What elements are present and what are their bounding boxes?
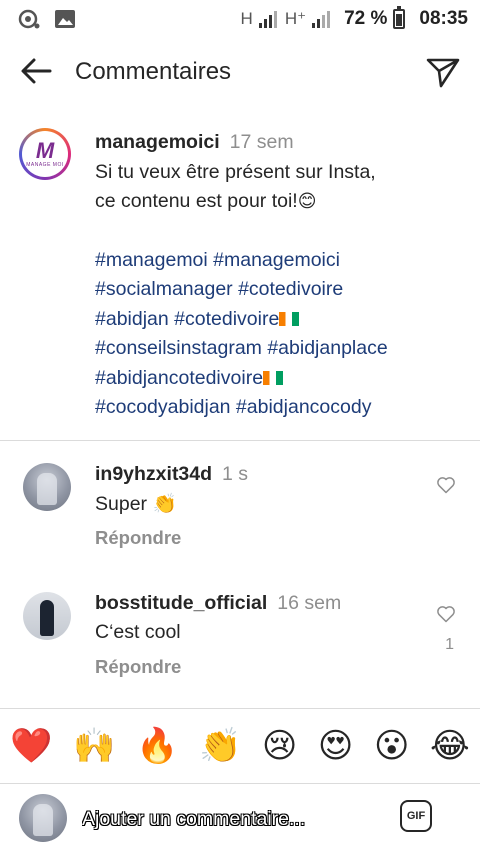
signal-icon-2 <box>312 10 331 28</box>
header: Commentaires <box>0 38 480 104</box>
emoji-clap[interactable]: 👏 <box>199 726 241 766</box>
comment-time: 16 sem <box>277 592 342 614</box>
reply-button[interactable]: Répondre <box>95 656 181 678</box>
hashtag-line[interactable]: #conseilsinstagram #abidjanplace <box>95 334 455 364</box>
battery-percent: 72 % <box>344 8 388 29</box>
hashtag-line[interactable]: #abidjan #cotedivoire <box>95 305 455 335</box>
heart-icon[interactable] <box>436 604 456 624</box>
comment-input[interactable] <box>82 805 372 833</box>
ivory-coast-flag-icon <box>279 311 300 326</box>
emoji-heart[interactable]: ❤️ <box>10 726 52 766</box>
hashtag-line[interactable]: #socialmanager #cotedivoire <box>95 275 455 305</box>
arrow-left-icon[interactable] <box>18 52 56 90</box>
paper-plane-icon[interactable] <box>424 52 462 90</box>
like-count: 1 <box>445 636 454 653</box>
gif-button[interactable]: GIF <box>400 800 432 832</box>
comment-composer: GIF <box>0 790 480 850</box>
hashtag-line[interactable]: #abidjancotedivoire <box>95 364 455 394</box>
clock: 08:35 <box>419 8 468 29</box>
comment-item: bosstitude_official 16 sem C‘est cool Rép… <box>0 592 480 702</box>
comment-username[interactable]: in9yhzxit34d 1 s <box>95 463 248 486</box>
smile-emoji: 😊 <box>297 191 317 211</box>
post-avatar[interactable]: M MANAGE MOI <box>19 128 71 180</box>
comment-username[interactable]: bosstitude_official 16 sem <box>95 592 341 615</box>
heart-icon[interactable] <box>436 475 456 495</box>
status-bar: H H⁺ 72 % 08:35 <box>0 0 480 38</box>
reply-button[interactable]: Répondre <box>95 527 181 549</box>
hashtag-line[interactable]: #managemoi #managemoici <box>95 246 455 276</box>
emoji-raised-hands[interactable]: 🙌 <box>73 726 115 766</box>
avatar <box>19 794 67 842</box>
network-type: H <box>240 9 253 28</box>
emoji-heart-eyes[interactable]: 😍 <box>318 726 353 766</box>
ivory-coast-flag-icon <box>263 370 284 385</box>
avatar[interactable] <box>23 463 71 511</box>
comment-text: C‘est cool <box>95 621 181 643</box>
emoji-fire[interactable]: 🔥 <box>136 726 178 766</box>
logo-text: MANAGE MOI <box>26 162 64 168</box>
emoji-crying[interactable]: 😢 <box>262 726 297 766</box>
caption-line-2: ce contenu est pour toi!😊 <box>95 190 317 212</box>
caption-body: managemoici 17 sem Si tu veux être présen… <box>95 128 455 423</box>
comment-item: in9yhzxit34d 1 s Super 👏 Répondre <box>0 463 480 573</box>
battery-icon <box>393 6 406 29</box>
divider <box>0 440 480 441</box>
network-type-2: H⁺ <box>284 9 307 28</box>
emoji-surprised[interactable]: 😮 <box>374 726 409 766</box>
logo-mark: M <box>35 138 55 163</box>
page-title: Commentaires <box>75 58 232 85</box>
post-time: 17 sem <box>229 131 294 153</box>
hashtags[interactable]: #managemoi #managemoici #socialmanager #… <box>95 246 455 423</box>
comment-time: 1 s <box>222 463 249 485</box>
emoji-laughing[interactable]: 😂 <box>430 726 470 766</box>
comment-text: Super 👏 <box>95 493 177 515</box>
emoji-quick-bar: ❤️ 🙌 🔥 👏 😢 😍 😮 😂 <box>0 708 480 784</box>
post-username[interactable]: managemoici <box>95 131 220 153</box>
radio-icon <box>18 9 40 29</box>
signal-icon <box>258 10 277 28</box>
avatar[interactable] <box>23 592 71 640</box>
caption-line-1: Si tu veux être présent sur Insta, <box>95 160 376 183</box>
hashtag-line[interactable]: #cocodyabidjan #abidjancocody <box>95 393 455 423</box>
image-icon <box>55 10 75 28</box>
